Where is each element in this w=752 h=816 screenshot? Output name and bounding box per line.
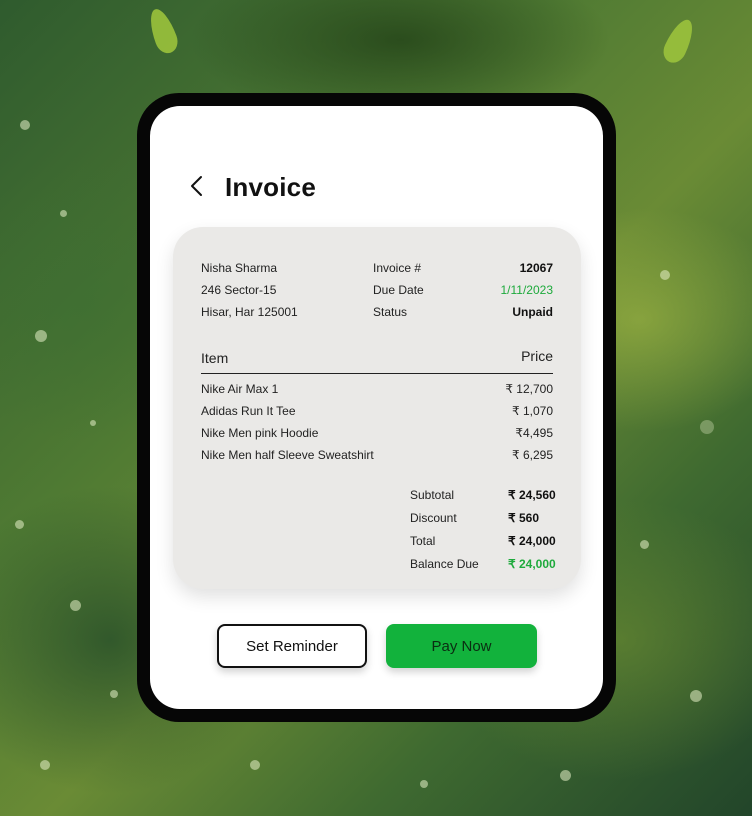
line-item-price: ₹ 6,295: [512, 448, 553, 462]
due-date-value: 1/11/2023: [500, 283, 554, 297]
phone-frame: Invoice Nisha Sharma 246 Sector-15 Hisar…: [137, 93, 616, 722]
discount-value: ₹ 560: [508, 511, 539, 525]
customer-name: Nisha Sharma: [201, 261, 278, 275]
pay-now-button[interactable]: Pay Now: [386, 624, 537, 668]
line-item-name: Nike Air Max 1: [201, 382, 279, 396]
header-divider: [201, 373, 553, 374]
page-title: Invoice: [225, 172, 316, 202]
status-value: Unpaid: [512, 305, 553, 319]
line-item-name: Adidas Run It Tee: [201, 404, 296, 418]
screen: Invoice Nisha Sharma 246 Sector-15 Hisar…: [150, 106, 603, 709]
status-label: Status: [373, 305, 408, 319]
invoice-number-value: 12067: [519, 261, 553, 275]
discount-label: Discount: [410, 511, 457, 525]
line-item-name: Nike Men pink Hoodie: [201, 426, 319, 440]
total-label: Total: [410, 534, 436, 548]
address-line1: 246 Sector-15: [201, 283, 277, 297]
line-item-price: ₹ 12,700: [505, 382, 553, 396]
subtotal-label: Subtotal: [410, 488, 455, 502]
line-item-price: ₹4,495: [515, 426, 553, 440]
back-button[interactable]: [186, 174, 210, 198]
set-reminder-button[interactable]: Set Reminder: [217, 624, 367, 668]
invoice-card: Nisha Sharma 246 Sector-15 Hisar, Har 12…: [173, 227, 581, 589]
line-item-name: Nike Men half Sleeve Sweatshirt: [201, 448, 374, 462]
subtotal-value: ₹ 24,560: [508, 488, 556, 502]
column-header-item: Item: [201, 350, 229, 366]
due-date-label: Due Date: [373, 283, 424, 297]
column-header-price: Price: [521, 348, 553, 364]
balance-due-value: ₹ 24,000: [508, 557, 556, 571]
line-item-price: ₹ 1,070: [512, 404, 553, 418]
balance-due-label: Balance Due: [410, 557, 479, 571]
invoice-number-label: Invoice #: [373, 261, 422, 275]
chevron-left-icon: [191, 176, 202, 196]
address-line2: Hisar, Har 125001: [201, 305, 298, 319]
total-value: ₹ 24,000: [508, 534, 556, 548]
